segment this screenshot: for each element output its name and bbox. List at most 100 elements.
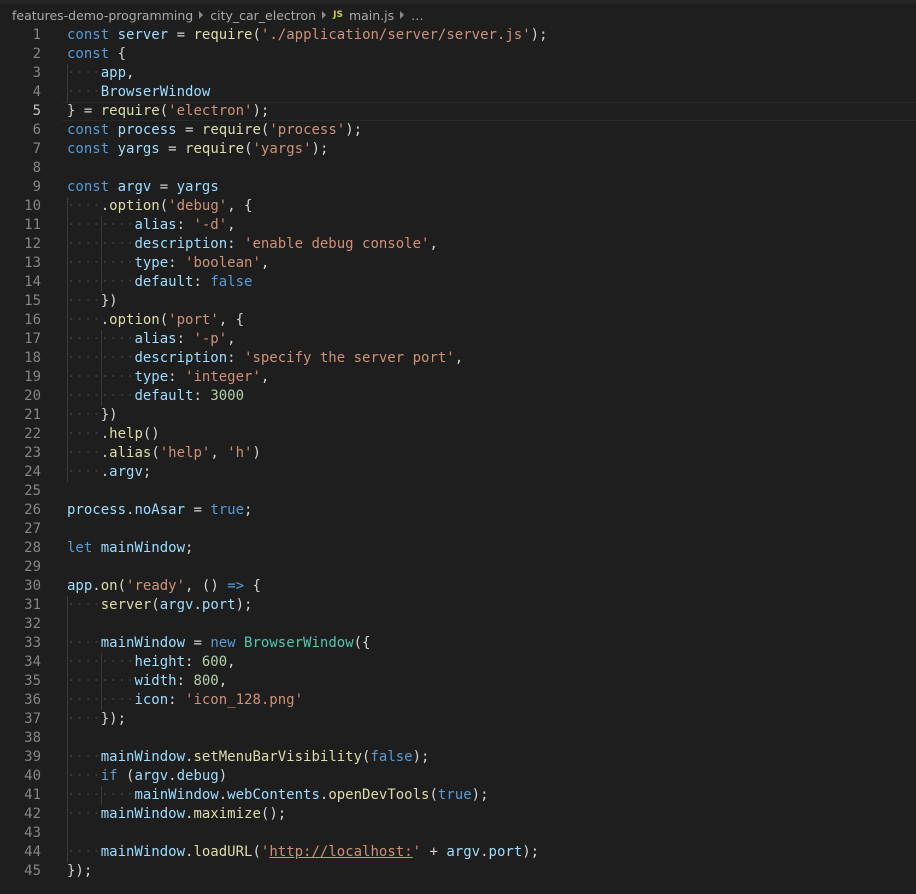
code-token: 'enable debug console': [244, 236, 430, 252]
code-token: ,: [429, 236, 438, 252]
breadcrumb-folder-root[interactable]: features-demo-programming: [12, 8, 193, 23]
whitespace-marker: ········: [67, 274, 135, 290]
code-line[interactable]: 26 process.noAsar = true;: [0, 501, 916, 520]
code-text: ····server(argv.port);: [67, 596, 252, 615]
whitespace-marker: ········: [67, 236, 135, 252]
code-line[interactable]: 32: [0, 615, 916, 634]
line-number: 2: [32, 46, 41, 62]
code-token: =: [176, 122, 202, 138]
code-token: .: [100, 445, 110, 461]
code-token: (: [117, 768, 135, 784]
code-line[interactable]: 5} = require('electron');: [0, 102, 916, 121]
code-line[interactable]: 24 ····.argv;: [0, 463, 916, 482]
breadcrumb-symbols[interactable]: …: [411, 8, 424, 23]
code-line[interactable]: 8: [0, 159, 916, 178]
code-token: 'port': [168, 312, 219, 328]
code-text: const yargs = require('yargs');: [67, 140, 328, 159]
code-line[interactable]: 31 ····server(argv.port);: [0, 596, 916, 615]
code-line[interactable]: 28 let mainWindow;: [0, 539, 916, 558]
code-line[interactable]: 2 const {: [0, 45, 916, 64]
code-token: {: [244, 578, 261, 594]
breadcrumb-folder-project[interactable]: city_car_electron: [210, 8, 316, 23]
code-token: default: [134, 388, 194, 404]
line-number: 25: [24, 483, 41, 499]
line-number: 22: [24, 426, 41, 442]
code-line[interactable]: 3 ····app,: [0, 64, 916, 83]
code-line[interactable]: 27: [0, 520, 916, 539]
code-line[interactable]: 30 app.on('ready', () => {: [0, 577, 916, 596]
code-line[interactable]: 23 ····.alias('help', 'h'): [0, 444, 916, 463]
code-line[interactable]: 38: [0, 729, 916, 748]
code-line[interactable]: 36 ········icon: 'icon_128.png': [0, 691, 916, 710]
code-token: argv: [117, 179, 152, 195]
code-token: );: [345, 122, 363, 138]
code-editor[interactable]: features-demo-programming city_car_elect…: [0, 0, 916, 894]
code-text: ····});: [67, 710, 126, 729]
code-token: const: [67, 179, 110, 195]
code-line[interactable]: 25: [0, 482, 916, 501]
code-line[interactable]: 7 const yargs = require('yargs');: [0, 140, 916, 159]
code-token: const: [67, 122, 110, 138]
code-token: (: [151, 445, 160, 461]
code-line[interactable]: 16 ····.option('port', {: [0, 311, 916, 330]
code-line[interactable]: 12 ········description: 'enable debug con…: [0, 235, 916, 254]
code-line[interactable]: 13 ········type: 'boolean',: [0, 254, 916, 273]
line-number: 8: [32, 160, 41, 176]
code-line[interactable]: 4 ····BrowserWindow: [0, 83, 916, 102]
line-number: 39: [24, 749, 41, 765]
code-line[interactable]: 19 ········type: 'integer',: [0, 368, 916, 387]
code-token: ): [218, 768, 228, 784]
code-token: type: [134, 255, 169, 271]
code-line[interactable]: 35 ········width: 800,: [0, 672, 916, 691]
code-line[interactable]: 22 ····.help(): [0, 425, 916, 444]
code-token: const: [67, 27, 110, 43]
code-text: ········alias: '-d',: [67, 216, 236, 235]
code-line[interactable]: 42 ····mainWindow.maximize();: [0, 805, 916, 824]
breadcrumb-file[interactable]: main.js: [349, 8, 394, 23]
code-text: const {: [67, 45, 126, 64]
code-token: description: [134, 350, 228, 366]
code-line[interactable]: 41 ········mainWindow.webContents.openDev…: [0, 786, 916, 805]
code-token: =: [159, 141, 186, 157]
code-token: }): [100, 293, 118, 309]
code-token: ,: [260, 255, 270, 271]
code-line[interactable]: 20 ········default: 3000: [0, 387, 916, 406]
code-line[interactable]: 9 const argv = yargs: [0, 178, 916, 197]
code-token: noAsar: [134, 502, 186, 518]
code-line[interactable]: 14 ········default: false: [0, 273, 916, 292]
code-line[interactable]: 6 const process = require('process');: [0, 121, 916, 140]
code-line[interactable]: 37 ····});: [0, 710, 916, 729]
code-token: mainWindow: [100, 806, 186, 822]
whitespace-marker: ····: [67, 806, 101, 822]
code-line[interactable]: 39 ····mainWindow.setMenuBarVisibility(fa…: [0, 748, 916, 767]
code-token: (: [159, 198, 169, 214]
code-line[interactable]: 1 const server = require('./application/s…: [0, 26, 916, 45]
code-token: ;: [185, 540, 194, 556]
code-token: .: [168, 768, 177, 784]
code-line[interactable]: 17 ········alias: '-p',: [0, 330, 916, 349]
code-line[interactable]: 33 ····mainWindow = new BrowserWindow({: [0, 634, 916, 653]
code-line[interactable]: 44 ····mainWindow. loadURL('http://localho…: [0, 843, 916, 862]
code-token: .: [218, 787, 228, 803]
code-token: =: [185, 502, 211, 518]
code-line[interactable]: 43: [0, 824, 916, 843]
code-area[interactable]: 1 const server = require('./application/s…: [0, 26, 916, 881]
code-line[interactable]: 45});: [0, 862, 916, 881]
code-text: ····.argv;: [67, 463, 151, 482]
line-number: 36: [24, 692, 41, 708]
code-token: :: [176, 217, 194, 233]
code-token: port: [201, 597, 236, 613]
code-line[interactable]: 11 ········alias: '-d',: [0, 216, 916, 235]
code-line[interactable]: 34 ········height: 600,: [0, 653, 916, 672]
code-line[interactable]: 40 ····if (argv.debug): [0, 767, 916, 786]
code-line[interactable]: 18 ········description: 'specify the serv…: [0, 349, 916, 368]
code-token: 600: [201, 654, 228, 670]
code-line[interactable]: 10 ····.option('debug', {: [0, 197, 916, 216]
code-line[interactable]: 29: [0, 558, 916, 577]
code-line[interactable]: 21 ····}): [0, 406, 916, 425]
line-number: 26: [24, 502, 41, 518]
code-line[interactable]: 15 ····}): [0, 292, 916, 311]
line-number: 45: [24, 863, 41, 879]
